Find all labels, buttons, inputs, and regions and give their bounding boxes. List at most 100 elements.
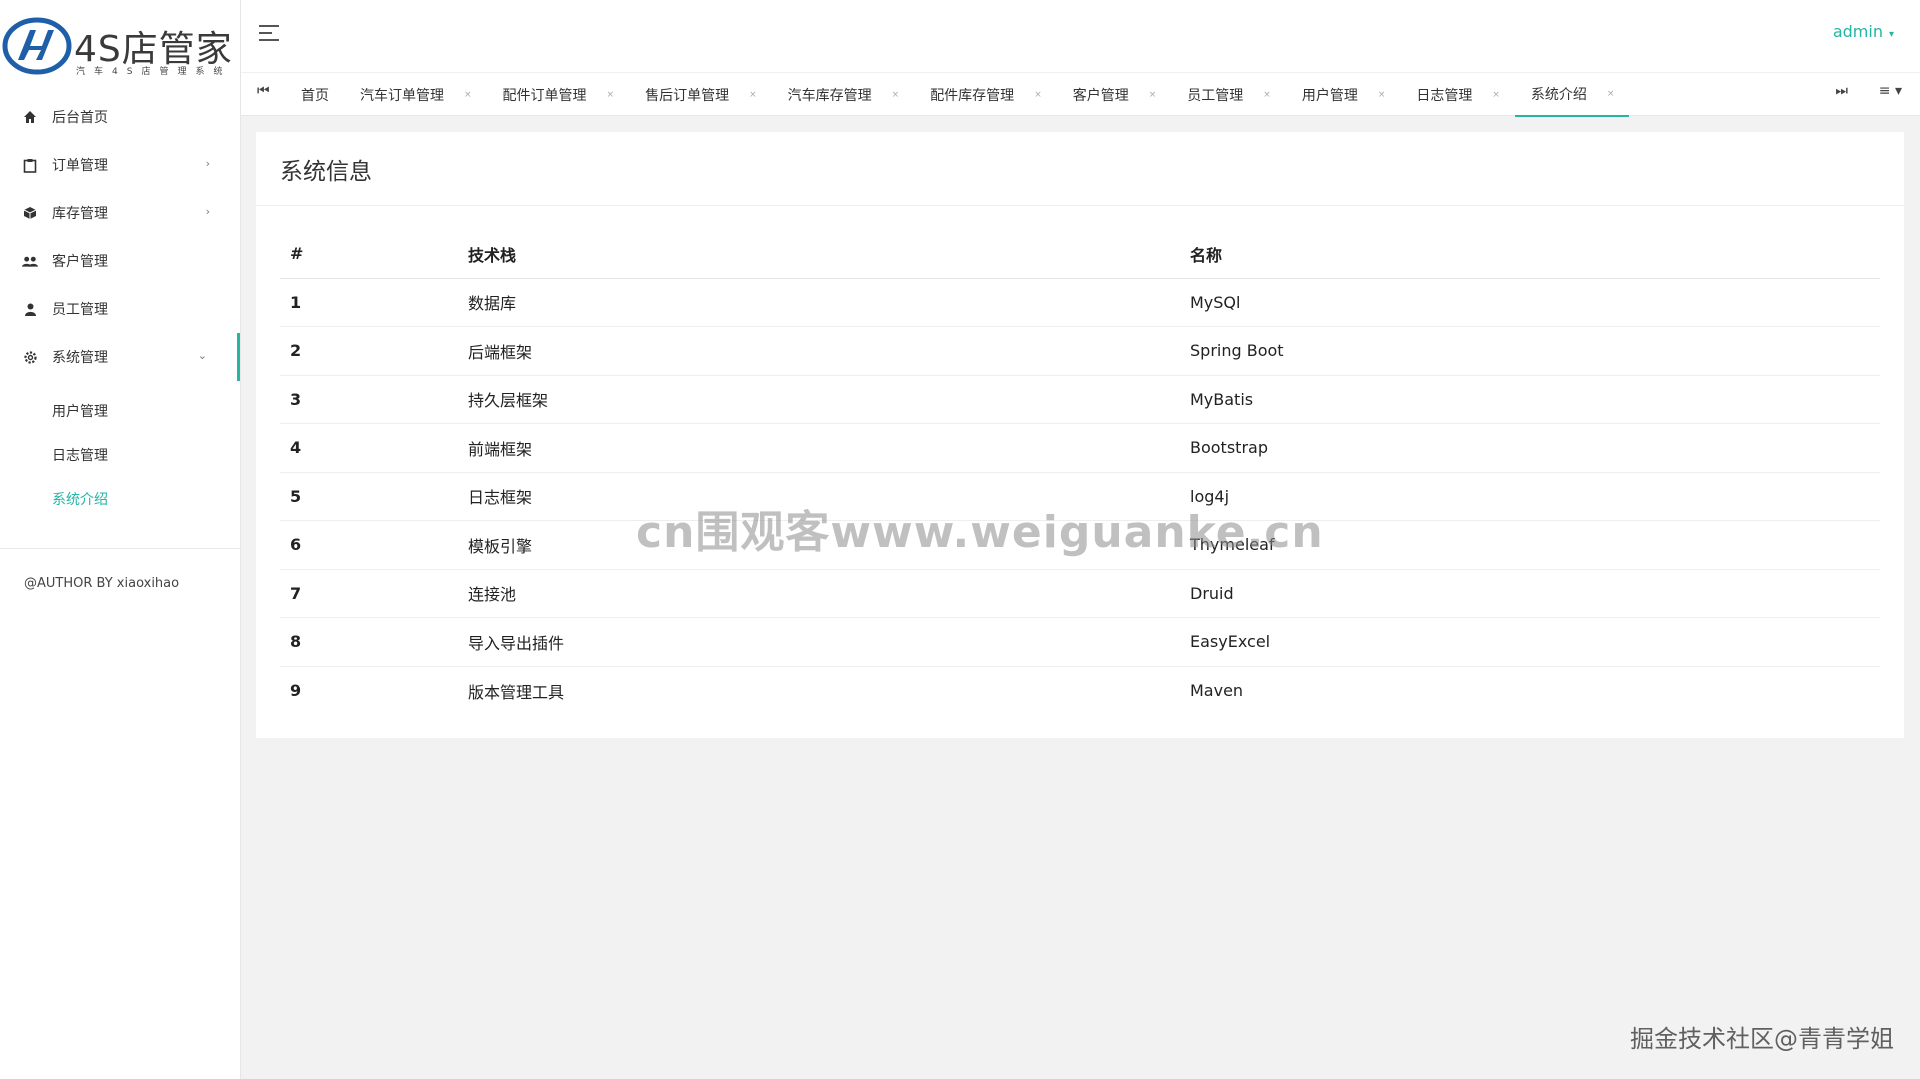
close-icon[interactable]: × bbox=[1492, 90, 1500, 100]
cell-tech-stack: 导入导出插件 bbox=[468, 617, 1190, 667]
table-row: 4 前端框架 Bootstrap bbox=[280, 423, 1880, 473]
cell-index: 5 bbox=[280, 472, 468, 521]
column-header-name: 名称 bbox=[1190, 230, 1880, 279]
cell-index: 2 bbox=[280, 326, 468, 376]
tab-bar: ⏮ 首页 汽车订单管理 × 配件订单管理 × 售后订单管理 × 汽车库存管理 × bbox=[241, 72, 1920, 117]
sidebar-subitem-users[interactable]: 用户管理 bbox=[0, 389, 240, 433]
close-icon[interactable]: × bbox=[892, 90, 900, 100]
close-icon[interactable]: × bbox=[1149, 90, 1157, 100]
cell-tech-stack: 持久层框架 bbox=[468, 375, 1190, 424]
sidebar-item-label: 员工管理 bbox=[52, 302, 108, 318]
cell-name: Maven bbox=[1190, 681, 1244, 700]
tab-list: 首页 汽车订单管理 × 配件订单管理 × 售后订单管理 × 汽车库存管理 × 配… bbox=[285, 73, 1630, 117]
table-row: 7 连接池 Druid bbox=[280, 569, 1880, 618]
tab-label: 用户管理 bbox=[1301, 88, 1358, 104]
cell-tech-stack: 数据库 bbox=[468, 278, 1190, 327]
sidebar-item-customers[interactable]: 客户管理 bbox=[0, 237, 240, 285]
cell-tech-stack: 连接池 bbox=[468, 569, 1190, 618]
cell-name: Thymeleaf bbox=[1190, 520, 1880, 570]
tab-car-inventory[interactable]: 汽车库存管理 × bbox=[772, 73, 915, 117]
tab-logs[interactable]: 日志管理 × bbox=[1400, 73, 1515, 117]
sidebar-item-label: 系统管理 bbox=[52, 350, 108, 366]
chevron-right-icon: › bbox=[205, 205, 210, 218]
tab-employees[interactable]: 员工管理 × bbox=[1171, 73, 1286, 117]
table-row: 5 日志框架 log4j bbox=[280, 472, 1880, 521]
cell-tech-stack: 日志框架 bbox=[468, 472, 1190, 521]
tab-options-menu-icon[interactable]: ≡ ▾ bbox=[1879, 83, 1902, 99]
tab-scroll-right-icon[interactable]: ⏭ bbox=[1835, 83, 1848, 99]
cell-tech-stack: 后端框架 bbox=[468, 326, 1190, 376]
sidebar-item-label: 后台首页 bbox=[52, 110, 108, 126]
caret-down-icon: ▾ bbox=[1888, 29, 1894, 40]
table-row: 2 后端框架 Spring Boot bbox=[280, 326, 1880, 376]
top-header: admin ▾ ⏮ 首页 汽车订单管理 × 配件订单管理 × 售后订单管理 × 汽… bbox=[241, 0, 1920, 117]
close-icon[interactable]: × bbox=[1378, 90, 1386, 100]
cell-name: Bootstrap bbox=[1190, 423, 1880, 473]
cell-tech-stack: 前端框架 bbox=[468, 423, 1190, 473]
table-row: 6 模板引擎 Thymeleaf bbox=[280, 520, 1880, 570]
cube-icon bbox=[22, 205, 38, 221]
logo[interactable]: 4S店管家 汽车4S店管理系统 bbox=[0, 12, 241, 80]
cell-index: 7 bbox=[280, 569, 468, 618]
sidebar-item-label: 库存管理 bbox=[52, 206, 108, 222]
tab-customers[interactable]: 客户管理 × bbox=[1057, 73, 1172, 117]
cell-tech-stack: 模板引擎 bbox=[468, 520, 1190, 570]
tab-label: 汽车订单管理 bbox=[360, 88, 444, 104]
tab-car-orders[interactable]: 汽车订单管理 × bbox=[344, 73, 487, 117]
hamburger-menu-icon[interactable] bbox=[259, 24, 281, 42]
cell-name: EasyExcel bbox=[1190, 617, 1880, 667]
close-icon[interactable]: × bbox=[1263, 90, 1271, 100]
close-icon[interactable]: × bbox=[749, 90, 757, 100]
sidebar-menu: 后台首页 订单管理 › 库存管理 › 客户管理 员工管理 系统管理 ⌄ 用户管理… bbox=[0, 93, 240, 521]
tab-home[interactable]: 首页 bbox=[285, 73, 344, 117]
tab-label: 配件订单管理 bbox=[502, 88, 587, 104]
page-title: 系统信息 bbox=[280, 158, 372, 185]
gear-icon bbox=[22, 349, 38, 365]
sidebar: 4S店管家 汽车4S店管理系统 后台首页 订单管理 › 库存管理 › 客户管理 … bbox=[0, 0, 241, 1079]
watermark-corner: 掘金技术社区@青青学姐 bbox=[1630, 1025, 1894, 1053]
sidebar-item-employees[interactable]: 员工管理 bbox=[0, 285, 240, 333]
table-header-row: # 技术栈 名称 bbox=[280, 230, 1880, 279]
user-dropdown[interactable]: admin ▾ bbox=[1833, 22, 1894, 41]
tab-users[interactable]: 用户管理 × bbox=[1286, 73, 1401, 117]
user-icon bbox=[22, 301, 38, 317]
cell-index: 6 bbox=[280, 520, 468, 570]
sidebar-subitem-about[interactable]: 系统介绍 bbox=[0, 477, 240, 521]
tab-scroll-left-icon[interactable]: ⏮ bbox=[257, 83, 270, 99]
sidebar-item-dashboard[interactable]: 后台首页 bbox=[0, 93, 240, 141]
users-icon bbox=[22, 253, 38, 269]
tab-parts-inventory[interactable]: 配件库存管理 × bbox=[914, 73, 1057, 117]
sidebar-item-label: 客户管理 bbox=[52, 254, 108, 270]
tab-about[interactable]: 系统介绍 × bbox=[1514, 73, 1630, 117]
tab-parts-orders[interactable]: 配件订单管理 × bbox=[487, 73, 630, 117]
system-submenu: 用户管理 日志管理 系统介绍 bbox=[0, 381, 240, 521]
tab-label: 售后订单管理 bbox=[645, 88, 730, 104]
system-info-card: 系统信息 # 技术栈 名称 1 数据库 MySQl 2 后端框架 Spring … bbox=[256, 132, 1904, 738]
tab-label: 首页 bbox=[301, 88, 329, 104]
tab-label: 系统介绍 bbox=[1530, 87, 1587, 103]
chevron-right-icon: › bbox=[205, 157, 210, 170]
tab-label: 日志管理 bbox=[1416, 88, 1473, 104]
logo-mark-icon bbox=[2, 17, 72, 75]
close-icon[interactable]: × bbox=[1607, 89, 1615, 99]
close-icon[interactable]: × bbox=[607, 90, 615, 100]
close-icon[interactable]: × bbox=[464, 90, 472, 100]
sidebar-item-inventory[interactable]: 库存管理 › bbox=[0, 189, 240, 237]
table-row: 9 版本管理工具 Maven bbox=[280, 666, 1880, 715]
clipboard-icon bbox=[22, 157, 38, 173]
cell-name: MyBatis bbox=[1190, 375, 1880, 424]
author-credit: @AUTHOR BY xiaoxihao bbox=[24, 576, 180, 591]
home-icon bbox=[22, 109, 38, 125]
sidebar-item-orders[interactable]: 订单管理 › bbox=[0, 141, 240, 189]
card-header: 系统信息 bbox=[256, 132, 1904, 206]
table-row: 1 数据库 MySQl bbox=[280, 278, 1880, 327]
tab-aftersale-orders[interactable]: 售后订单管理 × bbox=[629, 73, 772, 117]
tech-stack-table: # 技术栈 名称 1 数据库 MySQl 2 后端框架 Spring Boot … bbox=[280, 230, 1880, 715]
table-row: 3 持久层框架 MyBatis bbox=[280, 375, 1880, 424]
cell-index: 1 bbox=[280, 278, 468, 327]
sidebar-subitem-logs[interactable]: 日志管理 bbox=[0, 433, 240, 477]
chevron-down-icon: ⌄ bbox=[197, 349, 207, 362]
close-icon[interactable]: × bbox=[1034, 90, 1042, 100]
column-header-tech-stack: 技术栈 bbox=[468, 230, 1190, 279]
sidebar-item-system[interactable]: 系统管理 ⌄ bbox=[0, 333, 240, 381]
